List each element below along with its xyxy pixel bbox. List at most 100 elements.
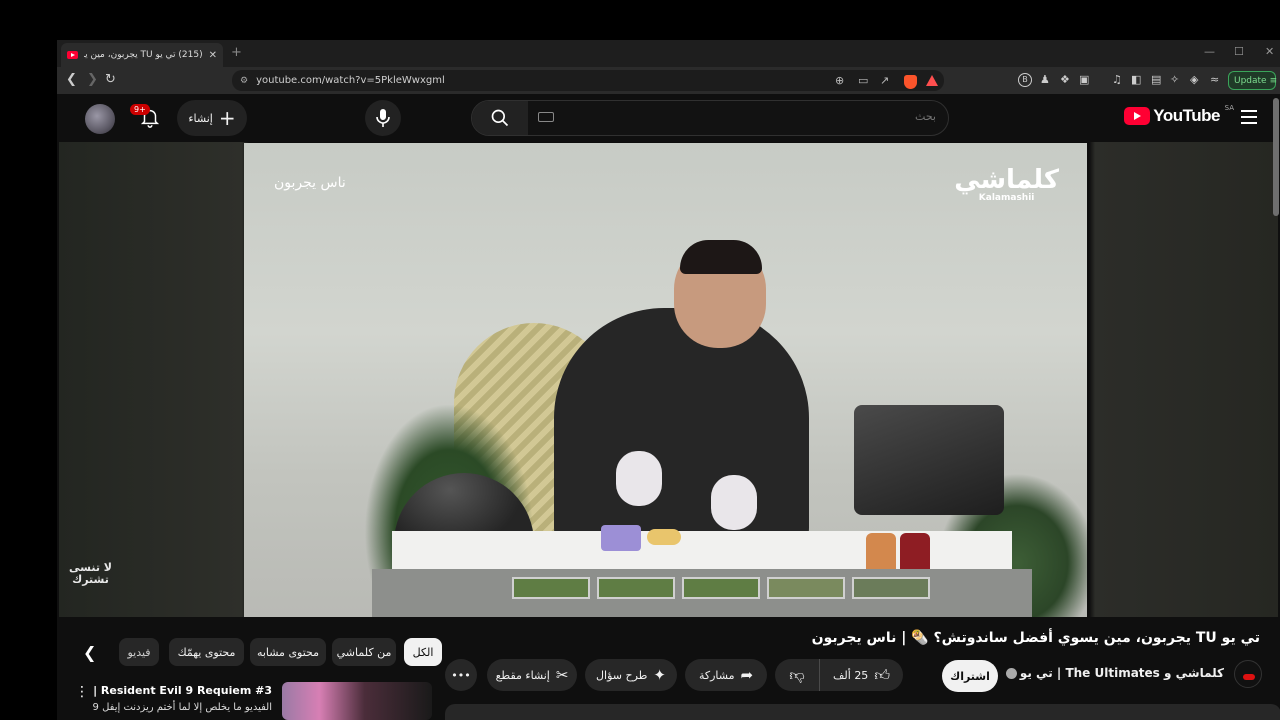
show-watermark: ناس يجربون — [274, 175, 346, 191]
brand-watermark-ar: كلماشي — [954, 165, 1059, 195]
extensions-puzzle-icon[interactable]: ❖ — [1060, 73, 1070, 86]
filter-chips: ❮ فيديو محتوى يهمّك محتوى مشابه من كلماش… — [67, 637, 442, 669]
subscribe-reminder-line2: تشترك — [72, 573, 109, 587]
ask-button[interactable]: ✦ طرح سؤال — [585, 659, 677, 691]
zoom-icon[interactable]: ⊕ — [835, 74, 844, 87]
guide-menu-icon[interactable] — [1241, 110, 1257, 124]
account-avatar[interactable] — [85, 104, 115, 134]
scene-bin — [852, 577, 930, 599]
subscribe-reminder: لا تنسى تشترك — [69, 561, 112, 587]
close-window-button[interactable]: ✕ — [1265, 45, 1274, 58]
vpn-shield-icon[interactable]: ◈ — [1190, 73, 1198, 86]
subscribe-button[interactable]: اشتراك — [942, 660, 998, 692]
sparkle-icon: ✦ — [653, 665, 666, 684]
site-info-icon[interactable]: ⚙ — [240, 76, 248, 86]
extension-person-icon[interactable]: ♟ — [1040, 73, 1050, 86]
create-label: إنشاء — [188, 111, 213, 125]
scene-ingredient-bins — [372, 569, 1032, 617]
brand-watermark: كلماشي Kalamashii — [954, 167, 1059, 203]
browser-tab[interactable]: (215) تي يو TU يجربون، مين يسوي ✕ — [61, 43, 223, 67]
like-button[interactable]: 👍︎ 25 ألف — [819, 659, 903, 691]
extension-b-icon[interactable]: B — [1018, 73, 1032, 87]
brave-shields-icon[interactable] — [904, 75, 917, 89]
media-music-icon[interactable]: ♫ — [1112, 73, 1122, 86]
logo-text: YouTube — [1153, 106, 1220, 125]
scissors-icon: ✂ — [555, 665, 569, 684]
back-icon[interactable]: ❮ — [66, 72, 77, 87]
clip-button[interactable]: ✂ إنشاء مقطع — [487, 659, 577, 691]
chip-from-channel[interactable]: من كلماشي — [332, 638, 396, 666]
share-page-icon[interactable]: ↗ — [880, 74, 889, 87]
create-button[interactable]: إنشاء + — [177, 100, 247, 136]
minimize-button[interactable]: — — [1204, 45, 1215, 58]
chip-all[interactable]: الكل — [404, 638, 442, 666]
tab-strip: (215) تي يو TU يجربون، مين يسوي ✕ + — ☐ … — [57, 40, 1280, 67]
verified-icon — [1005, 668, 1017, 679]
recommended-thumbnail[interactable] — [282, 682, 432, 720]
chip-videos[interactable]: فيديو — [119, 638, 159, 666]
update-button[interactable]: Update ≡ — [1228, 71, 1277, 90]
chips-prev-icon[interactable]: ❮ — [83, 643, 96, 662]
channel-name[interactable]: كلماشي و The Ultimates | تي يو — [1003, 666, 1224, 680]
scene-grill — [854, 405, 1004, 515]
recommended-title[interactable]: Resident Evil 9 Requiem #3 | — [93, 684, 272, 697]
thumbs-up-icon: 👍︎ — [874, 665, 890, 684]
youtube-favicon-icon — [67, 51, 78, 59]
share-button[interactable]: ➦ مشاركة — [685, 659, 767, 691]
forward-icon[interactable]: ❯ — [87, 72, 98, 87]
search-box — [471, 100, 949, 136]
ask-label: طرح سؤال — [596, 668, 648, 682]
sidebar-icon[interactable]: ◧ — [1131, 73, 1141, 86]
url-text: youtube.com/watch?v=5PkleWwxgml — [256, 75, 445, 86]
voice-search-button[interactable] — [365, 100, 401, 136]
chip-related[interactable]: محتوى مشابه — [250, 638, 326, 666]
scene-bin — [682, 577, 760, 599]
keyboard-icon[interactable] — [538, 112, 554, 122]
search-button[interactable] — [472, 101, 528, 135]
browser-window: (215) تي يو TU يجربون، مين يسوي ✕ + — ☐ … — [57, 40, 1280, 720]
new-tab-button[interactable]: + — [231, 45, 242, 60]
recommended-description: الفيديو ما يخلص إلا لما أختم ريزدنت إيفل… — [92, 702, 272, 713]
youtube-logo-icon — [1124, 107, 1151, 125]
scene-glove-right — [711, 475, 757, 530]
channel-name-text: كلماشي و The Ultimates | تي يو — [1019, 666, 1224, 680]
address-bar[interactable]: ⚙ youtube.com/watch?v=5PkleWwxgml ⊕ ▭ ↗ — [232, 70, 944, 91]
video-title: تي يو TU يجربون، مين يسوي أفضل ساندوتش؟ … — [811, 630, 1260, 646]
tab-title: (215) تي يو TU يجربون، مين يسوي — [84, 50, 203, 60]
maximize-button[interactable]: ☐ — [1234, 45, 1244, 58]
wallet-icon[interactable]: ▤ — [1151, 73, 1161, 86]
kebab-menu-icon[interactable]: ⋮ — [75, 684, 89, 700]
thumbs-down-icon: 👎︎ — [789, 665, 805, 684]
channel-avatar[interactable] — [1234, 660, 1262, 688]
youtube-logo[interactable]: YouTube SA — [1124, 104, 1234, 126]
tab-close-icon[interactable]: ✕ — [209, 50, 217, 61]
scene-person-body — [554, 308, 809, 558]
description-box[interactable] — [445, 704, 1280, 720]
scene-bin — [597, 577, 675, 599]
wifi-icon[interactable]: ≈ — [1210, 73, 1219, 86]
country-code: SA — [1224, 104, 1234, 112]
search-input[interactable] — [556, 110, 936, 123]
video-actions: 👍︎ 25 ألف 👎︎ ➦ مشاركة ✦ طرح سؤال ✂ إنشاء… — [445, 659, 915, 693]
scene-glove-left — [616, 451, 662, 506]
recommended-video[interactable]: Resident Evil 9 Requiem #3 | الفيديو ما … — [67, 680, 432, 720]
dislike-button[interactable]: 👎︎ — [775, 659, 819, 691]
youtube-header: YouTube SA إنشاء + 9+ — [57, 94, 1280, 142]
video-player[interactable]: ناس يجربون كلماشي Kalamashii — [244, 143, 1087, 617]
scene-bin — [767, 577, 845, 599]
like-dislike-group: 👍︎ 25 ألف 👎︎ — [775, 659, 903, 691]
leo-ai-icon[interactable]: ✧ — [1170, 73, 1179, 86]
more-actions-button[interactable]: ••• — [445, 659, 477, 691]
notification-count-badge: 9+ — [130, 104, 150, 115]
brave-rewards-icon[interactable] — [926, 75, 938, 86]
search-icon — [491, 109, 509, 127]
chip-for-you[interactable]: محتوى يهمّك — [169, 638, 244, 666]
extension-window-icon[interactable]: ▣ — [1079, 73, 1089, 86]
clip-label: إنشاء مقطع — [495, 668, 550, 682]
scene-sandwich — [647, 529, 681, 545]
reload-icon[interactable]: ↻ — [105, 72, 116, 87]
update-label: Update — [1234, 75, 1267, 86]
share-arrow-icon: ➦ — [740, 665, 754, 684]
page-scrollbar[interactable] — [1273, 98, 1279, 216]
cast-icon[interactable]: ▭ — [858, 74, 868, 87]
